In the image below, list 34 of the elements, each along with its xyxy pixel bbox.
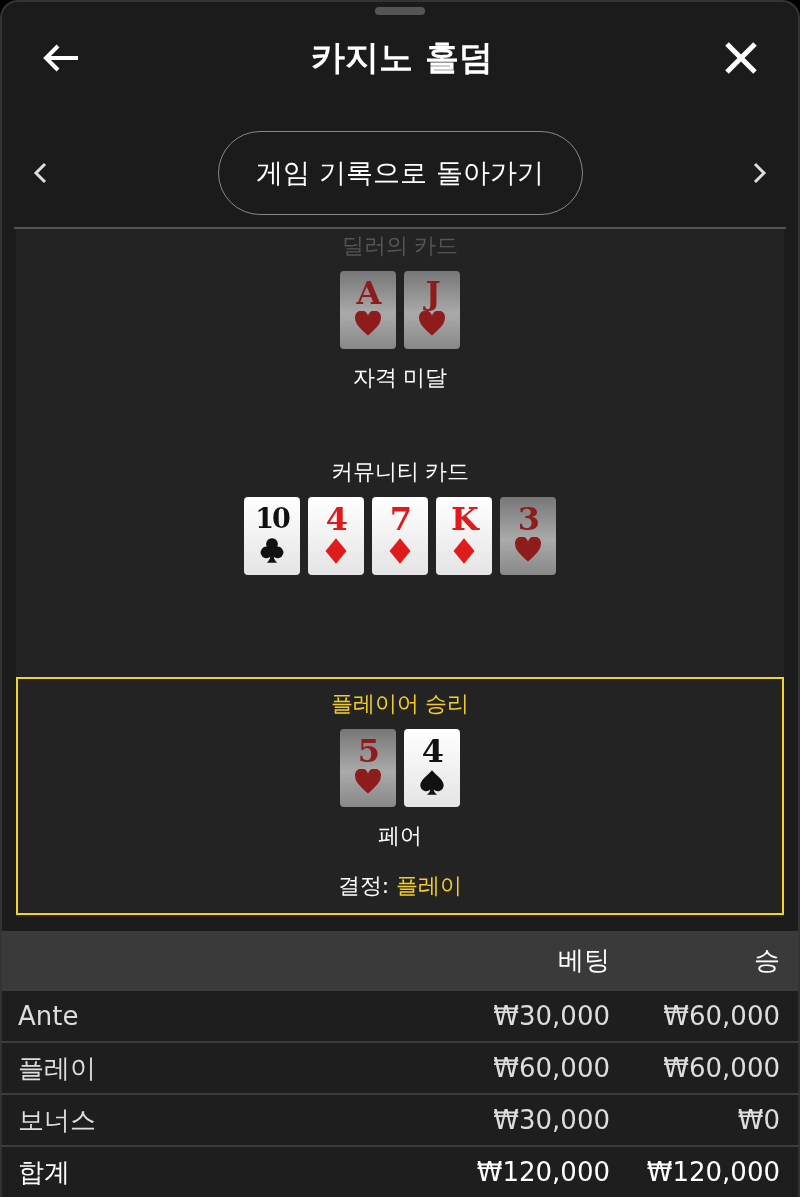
card-rank: A xyxy=(356,275,380,311)
card-rank: 3 xyxy=(517,501,539,537)
card-rank: J xyxy=(425,275,439,311)
table-cell-text: 보너스 xyxy=(18,1103,97,1137)
table-cell-text: ₩0 xyxy=(736,1105,780,1135)
card-rank: K xyxy=(451,501,477,537)
hand-result: 자격 미달 xyxy=(352,364,448,392)
chevron-left-icon[interactable] xyxy=(32,161,48,185)
table-cell-text: ₩60,000 xyxy=(662,1053,780,1083)
table-cell-text: ₩120,000 xyxy=(475,1157,610,1187)
drag-handle[interactable] xyxy=(375,7,425,15)
back-arrow-icon[interactable] xyxy=(42,42,80,73)
column-header: 베팅 xyxy=(557,943,610,977)
hand-title: 플레이어 승리 xyxy=(330,690,470,718)
card-rank: 4 xyxy=(325,501,347,537)
chevron-right-icon[interactable] xyxy=(752,161,768,185)
card-rank: 10 xyxy=(255,502,289,536)
card-rank: 4 xyxy=(421,733,443,769)
hand-result: 페어 xyxy=(378,822,422,850)
table-cell-text: 합계 xyxy=(18,1155,71,1189)
table-cell-text: ₩30,000 xyxy=(492,1001,610,1031)
table-cell-text: Ante xyxy=(18,1001,80,1031)
table-cell-text: ₩60,000 xyxy=(492,1053,610,1083)
decision-text: 결정: 플레이 xyxy=(337,872,463,900)
window-title: 카지노 홀덤 xyxy=(311,35,493,79)
table-cell-text: ₩30,000 xyxy=(492,1105,610,1135)
column-header: 승 xyxy=(753,943,780,977)
table-cell-text: ₩120,000 xyxy=(645,1157,780,1187)
close-icon[interactable] xyxy=(724,40,758,75)
table-cell-text: ₩60,000 xyxy=(662,1001,780,1031)
table-cell-text: 플레이 xyxy=(18,1051,97,1085)
card-rank: 7 xyxy=(389,501,411,537)
hand-title: 커뮤니티 카드 xyxy=(330,458,470,486)
card-rank: 5 xyxy=(357,733,379,769)
